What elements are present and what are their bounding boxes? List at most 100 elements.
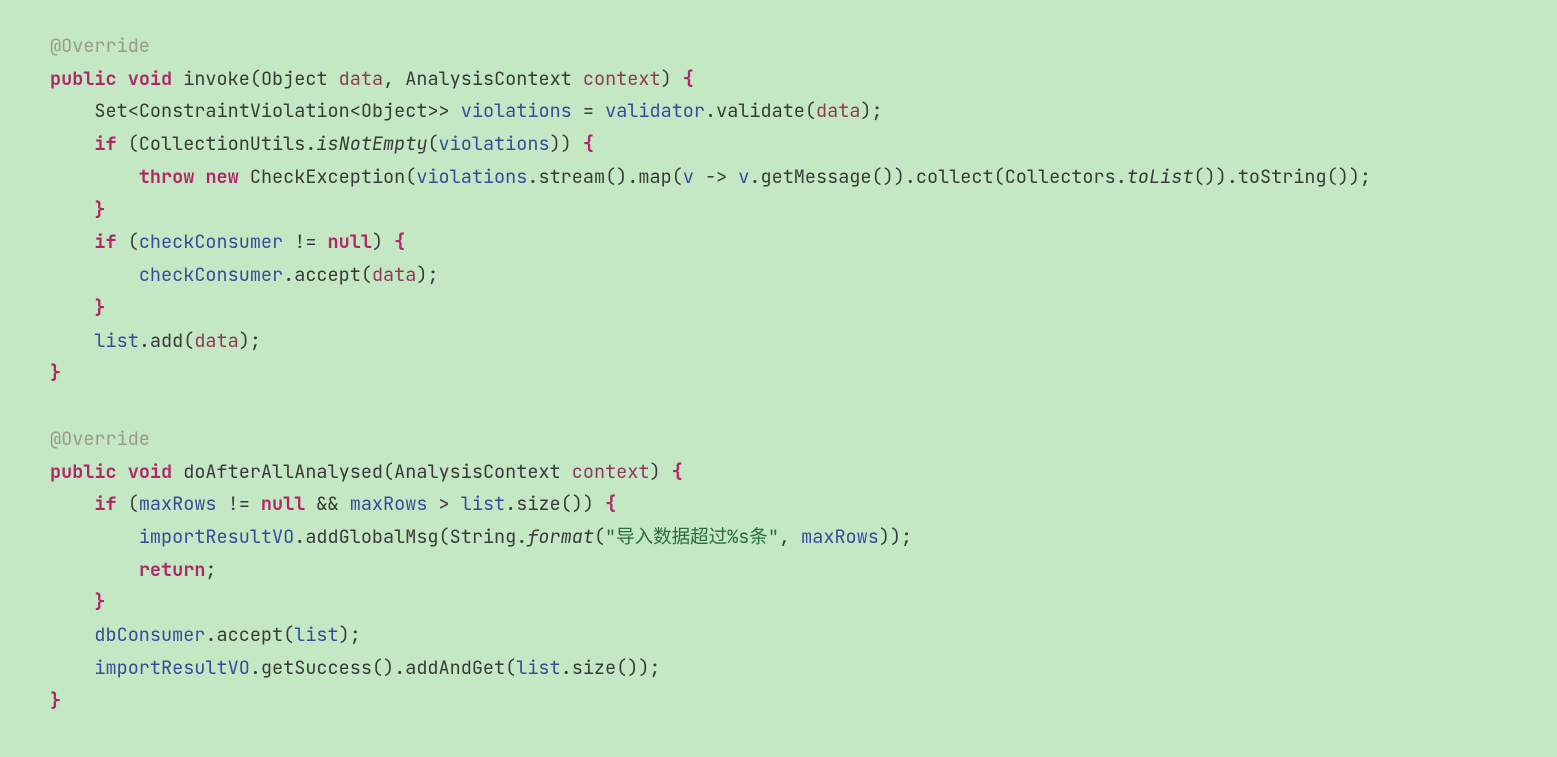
code-line[interactable]: @Override (10, 423, 1547, 456)
token: .validate( (705, 98, 816, 123)
token: ); (416, 262, 438, 287)
token: violations (439, 131, 550, 156)
code-line[interactable]: Set<ConstraintViolation<Object>> violati… (10, 95, 1547, 128)
token: ); (860, 98, 882, 123)
code-line[interactable] (10, 390, 1547, 423)
token (194, 164, 205, 189)
token (172, 459, 183, 484)
code-line[interactable]: public void doAfterAllAnalysed(AnalysisC… (10, 456, 1547, 489)
token: data (816, 98, 860, 123)
token: ); (239, 328, 261, 353)
token: v (738, 164, 749, 189)
token: v (683, 164, 694, 189)
token: Object (261, 66, 339, 91)
indent (50, 197, 94, 222)
token: } (94, 295, 105, 320)
token: > (427, 491, 460, 516)
token: importResultVO (139, 524, 294, 549)
token: void (128, 66, 172, 91)
token: )); (879, 524, 912, 549)
token: new (205, 164, 238, 189)
code-line[interactable]: } (10, 292, 1547, 325)
token: Object (361, 98, 428, 123)
code-line[interactable]: dbConsumer.accept(list); (10, 619, 1547, 652)
code-line[interactable]: importResultVO.getSuccess().addAndGet(li… (10, 652, 1547, 685)
token: { (605, 491, 616, 516)
token: ( (117, 491, 139, 516)
indent (50, 98, 94, 123)
token: maxRows (801, 524, 879, 549)
token: ; (205, 557, 216, 582)
token: return (139, 557, 206, 582)
token: , (383, 66, 405, 91)
token: AnalysisContext (394, 459, 572, 484)
token: )) (550, 131, 583, 156)
token: list (461, 491, 505, 516)
token: AnalysisContext (405, 66, 583, 91)
token: format (527, 524, 594, 549)
token: public (50, 66, 117, 91)
token: .stream().map( (527, 164, 682, 189)
token: @Override (50, 33, 150, 58)
token: invoke (183, 66, 250, 91)
token: importResultVO (94, 655, 249, 680)
token: { (672, 459, 683, 484)
token: } (94, 197, 105, 222)
token: != (283, 229, 327, 254)
code-line[interactable]: return; (10, 554, 1547, 587)
token: data (339, 66, 383, 91)
token: } (50, 688, 61, 713)
token: ( (250, 66, 261, 91)
token: { (583, 131, 594, 156)
code-line[interactable]: throw new CheckException(violations.stre… (10, 161, 1547, 194)
token: list (516, 655, 560, 680)
code-line[interactable]: if (CollectionUtils.isNotEmpty(violation… (10, 128, 1547, 161)
token: checkConsumer (139, 229, 283, 254)
token: "导入数据超过%s条" (605, 524, 779, 549)
token: ) (372, 229, 394, 254)
code-line[interactable]: importResultVO.addGlobalMsg(String.forma… (10, 521, 1547, 554)
token: < (128, 98, 139, 123)
token: ); (339, 622, 361, 647)
token: ( (427, 131, 438, 156)
code-line[interactable]: } (10, 586, 1547, 619)
code-editor[interactable]: @Overridepublic void invoke(Object data,… (0, 0, 1557, 757)
token: < (350, 98, 361, 123)
token: .size()); (561, 655, 661, 680)
token: { (683, 66, 694, 91)
code-line[interactable]: @Override (10, 30, 1547, 63)
token: public (50, 459, 117, 484)
token: } (94, 589, 105, 614)
token: violations (461, 98, 572, 123)
token: .accept( (283, 262, 372, 287)
token: list (94, 328, 138, 353)
token: .getSuccess().addAndGet( (250, 655, 516, 680)
token: .add( (139, 328, 195, 353)
code-line[interactable]: if (checkConsumer != null) { (10, 226, 1547, 259)
code-line[interactable]: } (10, 194, 1547, 227)
code-line[interactable]: public void invoke(Object data, Analysis… (10, 63, 1547, 96)
token (117, 66, 128, 91)
token: throw (139, 164, 195, 189)
code-line[interactable]: } (10, 685, 1547, 718)
code-line[interactable]: } (10, 357, 1547, 390)
token: data (194, 328, 238, 353)
token: validator (605, 98, 705, 123)
token: } (50, 360, 61, 385)
token: ) (649, 459, 671, 484)
indent (50, 622, 94, 647)
indent (50, 295, 94, 320)
code-line[interactable]: list.add(data); (10, 325, 1547, 358)
token: null (261, 491, 305, 516)
indent (50, 557, 139, 582)
code-line[interactable]: if (maxRows != null && maxRows > list.si… (10, 488, 1547, 521)
token: { (394, 229, 405, 254)
token: if (94, 131, 116, 156)
token: if (94, 229, 116, 254)
token: .size()) (505, 491, 605, 516)
code-line[interactable]: checkConsumer.accept(data); (10, 259, 1547, 292)
token: .getMessage()).collect(Collectors. (749, 164, 1126, 189)
token: maxRows (350, 491, 428, 516)
token: != (217, 491, 261, 516)
token: ( (117, 229, 139, 254)
